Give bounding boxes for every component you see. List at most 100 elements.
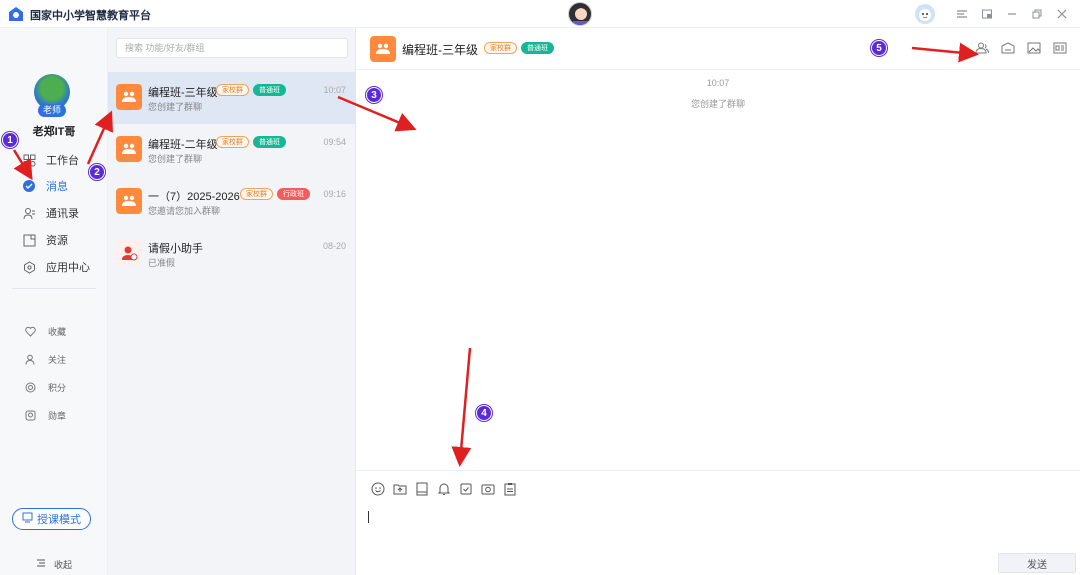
system-message: 您创建了群聊 [690, 99, 745, 109]
nav-item-label: 工作台 [46, 155, 79, 167]
tag-class: 普通班 [521, 42, 554, 54]
collapse-icon [36, 558, 46, 571]
points-icon [24, 381, 36, 393]
tag-school: 家校群 [216, 136, 249, 148]
message-icon [22, 179, 36, 193]
annotation-badge-4: 4 [476, 405, 492, 421]
minimize-to-tray-icon[interactable] [979, 6, 995, 22]
nav-item-contacts[interactable]: 通讯录 [22, 203, 79, 223]
session-time: 09:54 [323, 137, 346, 147]
nav-item-messages[interactable]: 消息 [22, 176, 68, 196]
nav-item-label: 勋章 [48, 410, 67, 421]
composer-toolbar [370, 481, 524, 497]
group-icon [116, 84, 142, 110]
class-card-icon[interactable] [1052, 40, 1068, 56]
nav-item-favorites[interactable]: 收藏 [24, 322, 66, 340]
nav-item-label: 消息 [46, 181, 68, 193]
heart-icon [24, 325, 36, 337]
session-item[interactable]: 编程班-二年级 家校群 普通班 您创建了群聊 09:54 [108, 124, 356, 176]
tag-class: 普通班 [253, 84, 286, 96]
chat-panel: 编程班-三年级 家校群 普通班 10:07 您创建了群聊 发送 [356, 28, 1080, 575]
app-title: 国家中小学智慧教育平台 [30, 9, 151, 22]
camera-icon[interactable] [480, 481, 496, 497]
menu-icon[interactable] [954, 6, 970, 22]
left-nav: 老师 老郑IT哥 工作台 消息 通讯录 资源 应用中心 收藏 关注 积分 勋章 … [0, 28, 108, 575]
minimize-icon[interactable] [1004, 6, 1020, 22]
search-input[interactable]: 搜索 功能/好友/群组 [116, 38, 348, 58]
session-name: 编程班-三年级 [148, 87, 218, 99]
nav-item-label: 收藏 [48, 326, 67, 337]
nav-item-medals[interactable]: 勋章 [24, 406, 66, 424]
tag-school: 家校群 [484, 42, 517, 54]
resource-icon [22, 233, 36, 247]
homework-icon[interactable] [1000, 40, 1016, 56]
session-item[interactable]: 一（7）2025-2026 家校群 行政班 您邀请您加入群聊 09:16 [108, 176, 356, 228]
user-face-icon[interactable] [915, 4, 935, 24]
session-name: 请假小助手 [148, 243, 203, 255]
nav-divider [12, 288, 96, 289]
nav-item-resources[interactable]: 资源 [22, 230, 68, 250]
nav-item-label: 通讯录 [46, 208, 79, 220]
app-logo-icon [6, 4, 26, 24]
title-bar: 国家中小学智慧教育平台 [0, 0, 1080, 28]
session-item[interactable]: 请假小助手 已准假 08-20 [108, 228, 356, 280]
restore-icon[interactable] [1029, 6, 1045, 22]
nav-item-follow[interactable]: 关注 [24, 350, 66, 368]
group-icon [116, 136, 142, 162]
assistant-avatar-icon[interactable] [568, 2, 592, 26]
checkin-icon[interactable] [458, 481, 474, 497]
medal-icon [24, 409, 36, 421]
clipboard-icon[interactable] [502, 481, 518, 497]
notebook-icon[interactable] [414, 481, 430, 497]
group-icon [370, 36, 396, 62]
grid-icon [22, 153, 36, 167]
album-icon[interactable] [1026, 40, 1042, 56]
emoji-icon[interactable] [370, 481, 386, 497]
session-time: 08-20 [322, 241, 346, 251]
nav-item-label: 资源 [46, 235, 68, 247]
tag-school: 家校群 [240, 188, 273, 200]
send-button[interactable]: 发送 [998, 553, 1076, 573]
chat-title: 编程班-三年级 [402, 43, 478, 57]
teaching-mode-label: 授课模式 [37, 514, 81, 526]
group-icon [116, 188, 142, 214]
follow-icon [24, 353, 36, 365]
annotation-badge-5: 5 [871, 40, 887, 56]
chat-header: 编程班-三年级 家校群 普通班 [356, 28, 1080, 70]
annotation-badge-3: 3 [366, 87, 382, 103]
message-timestamp: 10:07 [706, 78, 730, 88]
app-center-icon [22, 260, 36, 274]
collapse-button[interactable]: 收起 [36, 558, 72, 571]
session-preview: 您创建了群聊 [148, 102, 203, 112]
tag-class: 行政班 [277, 188, 310, 200]
file-upload-icon[interactable] [392, 481, 408, 497]
tag-school: 家校群 [216, 84, 249, 96]
nav-item-label: 积分 [48, 382, 67, 393]
session-list: 搜索 功能/好友/群组 编程班-三年级 家校群 普通班 您创建了群聊 10:07… [108, 28, 356, 575]
leave-assistant-icon [116, 240, 142, 266]
message-input[interactable] [368, 511, 369, 523]
session-preview: 已准假 [148, 258, 176, 268]
collapse-label: 收起 [54, 560, 73, 570]
group-members-icon[interactable] [974, 40, 990, 56]
annotation-badge-1: 1 [2, 132, 18, 148]
session-time: 10:07 [323, 85, 346, 95]
nav-item-app-center[interactable]: 应用中心 [22, 257, 90, 277]
annotation-badge-2: 2 [89, 164, 105, 180]
close-icon[interactable] [1054, 6, 1070, 22]
session-name: 编程班-二年级 [148, 139, 218, 151]
role-badge: 老师 [38, 104, 66, 117]
tag-class: 普通班 [253, 136, 286, 148]
nav-item-label: 应用中心 [46, 262, 90, 274]
teaching-mode-button[interactable]: 授课模式 [12, 508, 91, 530]
session-preview: 您创建了群聊 [148, 154, 203, 164]
nav-item-workbench[interactable]: 工作台 [22, 150, 79, 170]
nav-item-points[interactable]: 积分 [24, 378, 66, 396]
bell-icon[interactable] [436, 481, 452, 497]
nav-item-label: 关注 [48, 354, 67, 365]
session-item[interactable]: 编程班-三年级 家校群 普通班 您创建了群聊 10:07 [108, 72, 356, 124]
message-composer: 发送 [356, 470, 1080, 575]
session-preview: 您邀请您加入群聊 [148, 206, 221, 216]
session-time: 09:16 [323, 189, 346, 199]
teaching-mode-icon [22, 512, 33, 526]
